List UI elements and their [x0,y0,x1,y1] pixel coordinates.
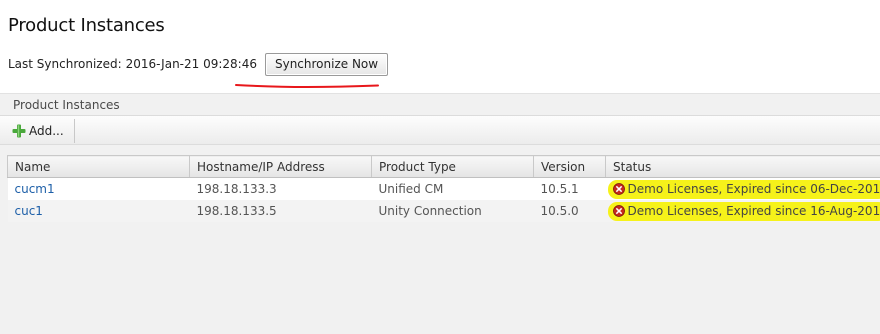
last-synchronized-label: Last Synchronized: [8,57,122,71]
toolbar: Add... [0,115,880,145]
column-header-name[interactable]: Name [7,155,190,178]
column-header-product-type[interactable]: Product Type [371,155,534,178]
table-row[interactable]: cuc1 198.18.133.5 Unity Connection 10.5.… [7,199,880,222]
product-instances-table: Name Hostname/IP Address Product Type Ve… [7,155,880,222]
instance-name-link[interactable]: cucm1 [15,182,55,196]
add-button[interactable]: Add... [12,122,64,140]
panel-title: Product Instances [13,98,120,112]
instance-name-link[interactable]: cuc1 [15,204,43,218]
last-synchronized-time: 2016-Jan-21 09:28:46 [125,57,257,71]
table-row[interactable]: cucm1 198.18.133.3 Unified CM 10.5.1 Dem… [7,177,880,200]
column-header-status[interactable]: Status [605,155,880,178]
hostname-cell: 198.18.133.3 [189,177,372,200]
column-header-hostname[interactable]: Hostname/IP Address [189,155,372,178]
synchronize-now-button[interactable]: Synchronize Now [264,52,389,76]
status-cell: Demo Licenses, Expired since 06-Dec-2014… [605,177,880,200]
hostname-cell: 198.18.133.5 [189,199,372,222]
table-header-row: Name Hostname/IP Address Product Type Ve… [7,155,880,178]
add-button-label: Add... [29,124,64,138]
error-icon [612,204,625,217]
page-title: Product Instances [8,15,165,36]
sync-row: Last Synchronized: 2016-Jan-21 09:28:46 … [8,51,389,77]
red-underline-annotation [235,84,379,89]
error-icon [612,182,625,195]
status-text: Demo Licenses, Expired since 06-Dec-2014… [627,181,880,196]
product-type-cell: Unity Connection [371,199,534,222]
product-type-cell: Unified CM [371,177,534,200]
status-cell: Demo Licenses, Expired since 16-Aug-2014… [605,199,880,222]
version-cell: 10.5.0 [533,199,606,222]
plus-icon [12,124,26,138]
version-cell: 10.5.1 [533,177,606,200]
toolbar-divider [74,119,75,143]
status-text: Demo Licenses, Expired since 16-Aug-2014… [627,203,880,218]
product-instances-panel: Product Instances Add... Name Hostname/I… [0,93,880,334]
column-header-version[interactable]: Version [533,155,606,178]
